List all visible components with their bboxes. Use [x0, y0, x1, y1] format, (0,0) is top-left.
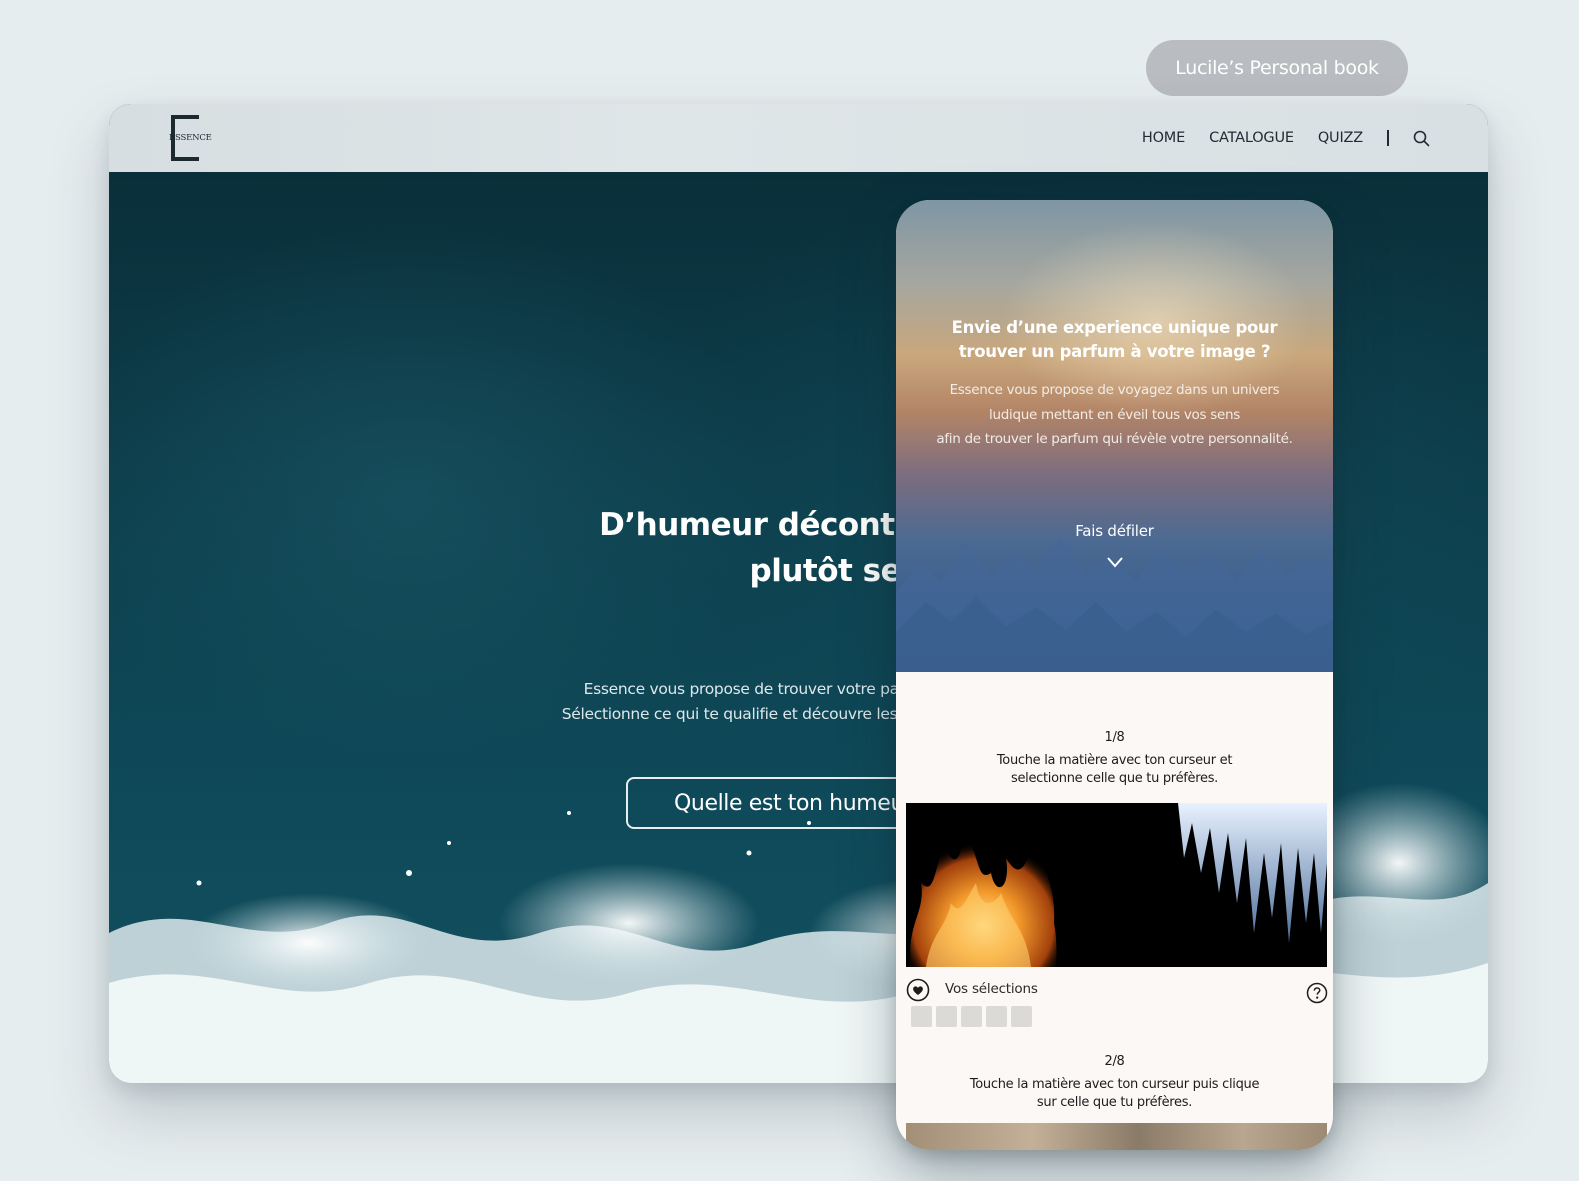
quiz-step-2: 2/8 Touche la matière avec ton curseur p… [896, 1053, 1333, 1113]
fire-ice-textures [910, 803, 1327, 967]
chevron-down-icon[interactable] [1106, 556, 1124, 568]
selection-slot[interactable] [1011, 1006, 1032, 1027]
main-nav: HOME CATALOGUE QUIZZ [1142, 104, 1430, 172]
heart-icon[interactable] [906, 978, 930, 1002]
logo-bracket-top [171, 115, 199, 119]
selection-slot[interactable] [936, 1006, 957, 1027]
selections-bar: Vos sélections [906, 978, 1328, 1030]
help-icon[interactable] [1306, 982, 1328, 1004]
quiz-step-1: 1/8 Touche la matière avec ton curseur e… [896, 729, 1333, 789]
site-navbar: ESSENCE HOME CATALOGUE QUIZZ [109, 104, 1488, 172]
step-2-texture-preview[interactable] [906, 1123, 1327, 1150]
step-1-counter: 1/8 [1104, 730, 1125, 745]
personal-book-badge[interactable]: Lucile’s Personal book [1146, 40, 1408, 96]
selection-slot[interactable] [986, 1006, 1007, 1027]
mobile-description: Essence vous propose de voyagez dans un … [902, 378, 1327, 452]
mobile-description-line3: afin de trouver le parfum qui révèle vot… [936, 431, 1293, 447]
mobile-hero: Envie d’une experience unique pour trouv… [896, 200, 1333, 672]
step-2-counter: 2/8 [1104, 1054, 1125, 1069]
selection-slots [911, 1006, 1032, 1027]
portfolio-canvas: Lucile’s Personal book ESSENCE HOME CATA… [0, 0, 1579, 1181]
mobile-description-line1: Essence vous propose de voyagez dans un … [949, 382, 1280, 398]
logo-bracket-bottom [171, 157, 199, 161]
nav-separator [1387, 130, 1389, 146]
essence-logo[interactable]: ESSENCE [169, 115, 219, 161]
selection-slot[interactable] [961, 1006, 982, 1027]
mobile-mockup: Envie d’une experience unique pour trouv… [896, 200, 1333, 1150]
selections-label: Vos sélections [945, 981, 1038, 997]
nav-home-link[interactable]: HOME [1142, 130, 1185, 146]
fire-texture-option[interactable] [910, 828, 1057, 967]
texture-choices [906, 803, 1327, 967]
search-icon[interactable] [1413, 130, 1430, 147]
step-1-instruction-line1: Touche la matière avec ton curseur et [996, 752, 1233, 768]
mobile-description-line2: ludique mettant en éveil tous vos sens [989, 406, 1240, 423]
step-1-instruction-line2: selectionne celle que tu préfères. [1010, 771, 1219, 786]
mobile-title-line2: trouver un parfum à votre image ? [958, 342, 1271, 361]
mobile-title-line1: Envie d’une experience unique pour [951, 318, 1278, 337]
logo-wordmark: ESSENCE [169, 133, 212, 143]
mobile-title: Envie d’une experience unique pour trouv… [916, 316, 1313, 364]
nav-quizz-link[interactable]: QUIZZ [1318, 130, 1363, 146]
ice-texture-option[interactable] [1178, 803, 1327, 943]
scroll-hint[interactable]: Fais défiler [896, 522, 1333, 540]
step-2-instruction-line2: sur celle que tu préfères. [1036, 1095, 1193, 1110]
step-2-instruction-line1: Touche la matière avec ton curseur puis … [969, 1076, 1260, 1092]
selection-slot[interactable] [911, 1006, 932, 1027]
nav-catalogue-link[interactable]: CATALOGUE [1209, 130, 1294, 146]
